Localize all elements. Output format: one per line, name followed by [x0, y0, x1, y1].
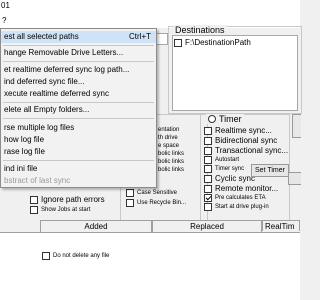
menu-item-find-ini-file[interactable]: ind ini file: [1, 163, 156, 175]
tools-dropdown-menu: est all selected paths Ctrl+T hange Remo…: [0, 28, 157, 188]
timer-radio[interactable]: [208, 115, 216, 123]
option-case-sensitive[interactable]: Case Sensitive: [126, 189, 186, 197]
menu-item-find-deferred-file[interactable]: ind deferred sync file...: [1, 76, 156, 88]
option-text: entation: [158, 127, 180, 133]
window-title: 01: [1, 1, 10, 10]
menu-help[interactable]: ?: [2, 16, 6, 25]
menu-item-label: est all selected paths: [4, 32, 79, 41]
timer-option-label: Realtime sync...: [215, 126, 272, 135]
menu-item-label: ind deferred sync file...: [4, 77, 85, 86]
timer-header[interactable]: Timer: [206, 114, 244, 124]
menu-item-label: bstract of last sync: [4, 176, 71, 185]
destination-checkbox[interactable]: [174, 38, 182, 47]
menu-item-label: how log file: [4, 135, 45, 144]
timer-option[interactable]: Autostart: [204, 156, 288, 164]
show-jobs-checkbox[interactable]: [30, 206, 38, 214]
timer-option-checkbox[interactable]: [204, 184, 212, 193]
menu-item-show-log-file[interactable]: how log file: [1, 134, 156, 146]
do-not-delete-label: Do not delete any file: [53, 253, 110, 259]
show-jobs-label: Show Jobs at start: [41, 207, 91, 213]
menu-item-erase-log-file[interactable]: rase log file: [1, 146, 156, 158]
menu-item-label: ind ini file: [4, 164, 38, 173]
option-label: Case Sensitive: [137, 190, 178, 196]
timer-option-checkbox[interactable]: [204, 165, 212, 173]
option-checkbox[interactable]: [126, 189, 134, 197]
menu-item-label: rase log file: [4, 147, 45, 156]
menu-item-change-drive-letters[interactable]: hange Removable Drive Letters...: [1, 47, 156, 59]
option-text: bolic links: [158, 159, 185, 165]
timer-option-label: Pre calculates ETA: [215, 195, 266, 201]
timer-option[interactable]: Start at drive plug-in: [204, 203, 288, 211]
menu-item-label: elete all Empty folders...: [4, 105, 90, 114]
tab-added[interactable]: Added: [40, 220, 152, 232]
timer-option-checkbox[interactable]: [204, 126, 212, 135]
option-text: e space: [158, 143, 180, 149]
timer-option[interactable]: Transactional sync...: [204, 146, 288, 155]
timer-option[interactable]: Realtime sync...: [204, 126, 288, 135]
option-label: Use Recycle Bin...: [137, 200, 187, 206]
option-text: th drive: [158, 135, 178, 141]
ignore-path-errors-row[interactable]: Ignore path errors: [30, 195, 105, 204]
timer-option-checkbox[interactable]: [204, 156, 212, 164]
do-not-delete-checkbox[interactable]: [42, 252, 50, 260]
menu-item-set-deferred-log-path[interactable]: et realtime deferred sync log path...: [1, 64, 156, 76]
timer-option-label: Autostart: [215, 157, 240, 163]
menu-item-shortcut: Ctrl+T: [129, 32, 151, 41]
timer-option-label: Bidirectional sync: [215, 136, 278, 145]
timer-option-label: Transactional sync...: [215, 146, 289, 155]
menu-separator: [3, 45, 154, 46]
destination-path: F:\DestinationPath: [185, 38, 251, 47]
menu-item-parse-log-files[interactable]: rse multiple log files: [1, 122, 156, 134]
timer-option[interactable]: Pre calculates ETA: [204, 194, 288, 202]
set-timer-button[interactable]: Set Timer: [251, 164, 289, 177]
timer-option-label: Cyclic sync: [215, 174, 256, 183]
option-text: bolic links: [158, 167, 185, 173]
show-jobs-row[interactable]: Show Jobs at start: [30, 206, 90, 214]
menu-separator: [3, 61, 154, 62]
menu-item-abstract-last-sync[interactable]: bstract of last sync: [1, 175, 156, 187]
menu-item-execute-deferred-sync[interactable]: xecute realtime deferred sync: [1, 88, 156, 100]
menu-separator: [3, 160, 154, 161]
timer-option-label: Timer sync: [215, 166, 245, 172]
timer-option[interactable]: Bidirectional sync: [204, 136, 288, 145]
menu-item-test-all-paths[interactable]: est all selected paths Ctrl+T: [1, 31, 156, 43]
menu-item-label: xecute realtime deferred sync: [4, 89, 109, 98]
timer-option-checkbox[interactable]: [204, 203, 212, 211]
timer-option-checkbox[interactable]: [204, 146, 212, 155]
title-bar: 01: [0, 0, 300, 14]
destinations-label: Destinations: [173, 25, 227, 35]
timer-option-label: Remote monitor...: [215, 184, 279, 193]
options-list: entation th drive e space bolic links bo…: [158, 126, 184, 174]
menu-separator: [3, 118, 154, 119]
tab-replaced[interactable]: Replaced: [152, 220, 262, 232]
option-text: bolic links: [158, 151, 185, 157]
timer-option-checkbox[interactable]: [204, 174, 212, 183]
destination-item[interactable]: F:\DestinationPath: [174, 38, 251, 47]
menu-item-delete-empty-folders[interactable]: elete all Empty folders...: [1, 104, 156, 116]
ignore-path-errors-checkbox[interactable]: [30, 195, 38, 204]
timer-option[interactable]: Remote monitor...: [204, 184, 288, 193]
option-recycle-bin[interactable]: Use Recycle Bin...: [126, 199, 186, 207]
menu-item-label: et realtime deferred sync log path...: [4, 65, 130, 74]
timer-option-checkbox[interactable]: [204, 136, 212, 145]
menu-item-label: hange Removable Drive Letters...: [4, 48, 124, 57]
bottom-panel: [0, 233, 300, 300]
menu-item-label: rse multiple log files: [4, 123, 75, 132]
side-button[interactable]: [292, 114, 301, 138]
side-small-button[interactable]: [288, 172, 301, 185]
do-not-delete-row[interactable]: Do not delete any file: [42, 252, 109, 260]
timer-option-label: Start at drive plug-in: [215, 204, 269, 210]
ignore-path-errors-label: Ignore path errors: [41, 195, 105, 204]
menu-separator: [3, 102, 154, 103]
timer-option-checkbox[interactable]: [204, 194, 212, 202]
timer-label: Timer: [219, 114, 242, 124]
tab-realtime[interactable]: RealTim: [262, 220, 300, 231]
option-checkbox[interactable]: [126, 199, 134, 207]
